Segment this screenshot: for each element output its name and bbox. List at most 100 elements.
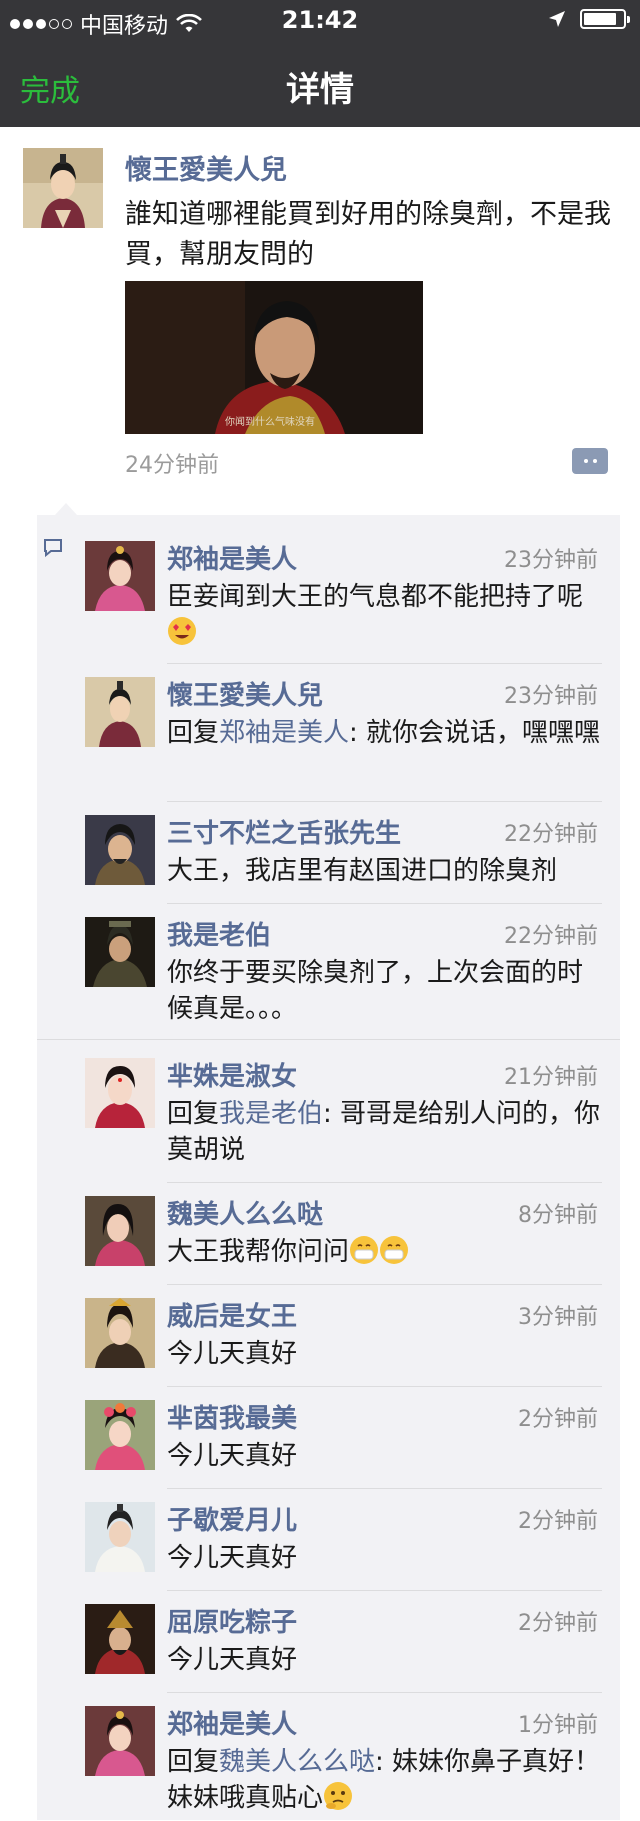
commenter-name[interactable]: 魏美人么么哒 [167,1194,323,1231]
commenter-name[interactable]: 芈茵我最美 [167,1398,297,1435]
commenter-name[interactable]: 子歇爱月儿 [167,1500,297,1537]
comment-text: 大王，我店里有赵国进口的除臭剂 [167,853,603,889]
commenter-name[interactable]: 郑袖是美人 [167,1704,297,1741]
location-arrow-icon [549,11,565,27]
comments-panel: 郑袖是美人 23分钟前 臣妾闻到大王的气息都不能把持了呢 懷王愛美人兒 23分钟… [37,503,620,1820]
status-time: 21:42 [281,6,359,34]
divider [167,1590,602,1591]
commenter-avatar[interactable] [85,677,155,747]
comment-body: 今儿天真好 [167,1441,298,1471]
comment-time: 21分钟前 [504,1065,598,1090]
comment-menu-button[interactable] [572,448,608,474]
commenter-avatar[interactable] [85,1604,155,1674]
comment-time: 23分钟前 [504,684,598,709]
comment-item[interactable]: 三寸不烂之舌张先生 22分钟前 大王，我店里有赵国进口的除臭剂 [37,803,620,903]
comment-item[interactable]: 芈姝是淑女 21分钟前 回复我是老伯: 哥哥是给别人问的，你莫胡说 [37,1046,620,1182]
post-author-avatar[interactable] [23,148,103,228]
divider [167,1284,602,1285]
reply-prefix: 回复 [167,718,220,748]
commenter-name[interactable]: 懷王愛美人兒 [167,675,323,712]
comment-time: 22分钟前 [504,924,598,949]
comment-item[interactable]: 芈茵我最美 2分钟前 今儿天真好 [37,1388,620,1488]
commenter-name[interactable]: 屈原吃粽子 [167,1602,297,1639]
commenter-name[interactable]: 三寸不烂之舌张先生 [167,813,401,850]
battery-icon [580,9,630,29]
comment-text: 今儿天真好 [167,1336,603,1372]
comment-item[interactable]: 子歇爱月儿 2分钟前 今儿天真好 [37,1490,620,1590]
comment-body: 大王我帮你问问 [167,1237,350,1267]
comment-time: 3分钟前 [518,1305,598,1330]
commenter-avatar[interactable] [85,541,155,611]
reply-prefix: 回复 [167,1747,220,1777]
commenter-avatar[interactable] [85,815,155,885]
comment-time: 2分钟前 [518,1509,598,1534]
reply-target-name[interactable]: 我是老伯 [219,1099,323,1129]
nav-bar: 完成 详情 [0,40,640,127]
comment-body: 你终于要买除臭剂了，上次会面的时候真是。。。 [167,958,584,1024]
comment-body: 今儿天真好 [167,1339,298,1369]
divider [167,1488,602,1489]
reply-target-name[interactable]: 魏美人么么哒 [219,1747,375,1777]
comment-time: 2分钟前 [518,1611,598,1636]
comment-body: : 就你会说话，嘿嘿嘿 [349,718,601,748]
comment-body: 今儿天真好 [167,1543,298,1573]
post-text: 誰知道哪裡能買到好用的除臭劑，不是我買，幫朋友問的 [125,199,611,270]
divider [167,1386,602,1387]
commenter-avatar[interactable] [85,1706,155,1776]
comment-text: 回复我是老伯: 哥哥是给别人问的，你莫胡说 [167,1096,603,1168]
comment-time: 23分钟前 [504,548,598,573]
post-author-name[interactable]: 懷王愛美人兒 [125,148,287,187]
dot-icon [583,459,588,463]
commenter-name[interactable]: 郑袖是美人 [167,539,297,576]
divider [167,801,602,802]
reply-prefix: 回复 [167,1099,220,1129]
divider [167,903,602,904]
comment-body: 大王，我店里有赵国进口的除臭剂 [167,856,558,886]
post-time: 24分钟前 [125,453,219,478]
commenter-name[interactable]: 威后是女王 [167,1296,297,1333]
comment-item[interactable]: 懷王愛美人兒 23分钟前 回复郑袖是美人: 就你会说话，嘿嘿嘿 [37,665,620,801]
top-bar: 中国移动 21:42 完成 详情 [0,0,640,127]
reply-target-name[interactable]: 郑袖是美人 [219,718,349,748]
comment-item[interactable]: 郑袖是美人 1分钟前 回复魏美人么么哒: 妹妹你鼻子真好！妹妹哦真贴心 [37,1694,620,1820]
dot-icon [592,459,597,463]
comment-item[interactable]: 屈原吃粽子 2分钟前 今儿天真好 [37,1592,620,1692]
comment-text: 今儿天真好 [167,1642,603,1678]
page-title: 详情 [286,70,354,110]
commenter-avatar[interactable] [85,1058,155,1128]
comment-text: 回复郑袖是美人: 就你会说话，嘿嘿嘿 [167,715,603,751]
divider [167,1182,602,1183]
comment-text: 今儿天真好 [167,1540,603,1576]
commenter-avatar[interactable] [85,917,155,987]
divider [167,1692,602,1693]
comment-time: 22分钟前 [504,822,598,847]
commenter-avatar[interactable] [85,1502,155,1572]
commenter-name[interactable]: 芈姝是淑女 [167,1056,297,1093]
commenter-avatar[interactable] [85,1400,155,1470]
comment-item[interactable]: 我是老伯 22分钟前 你终于要买除臭剂了，上次会面的时候真是。。。 [37,905,620,1041]
comment-time: 2分钟前 [518,1407,598,1432]
commenter-avatar[interactable] [85,1196,155,1266]
comment-time: 1分钟前 [518,1713,598,1738]
comment-text: 臣妾闻到大王的气息都不能把持了呢 [167,579,603,651]
post-image-caption: 你闻到什么气味没有 [225,415,315,428]
mask-face-emoji-icon [379,1235,409,1265]
post-image[interactable]: 你闻到什么气味没有 [125,281,423,434]
comment-item[interactable]: 郑袖是美人 23分钟前 臣妾闻到大王的气息都不能把持了呢 [37,527,620,653]
heart-eyes-emoji-icon [167,616,197,646]
comment-item[interactable]: 威后是女王 3分钟前 今儿天真好 [37,1286,620,1386]
status-bar: 中国移动 21:42 [0,0,640,40]
divider [167,663,602,664]
mask-face-emoji-icon [349,1235,379,1265]
comment-body: 今儿天真好 [167,1645,298,1675]
comment-text: 回复魏美人么么哒: 妹妹你鼻子真好！妹妹哦真贴心 [167,1744,603,1816]
comment-text: 你终于要买除臭剂了，上次会面的时候真是。。。 [167,955,603,1027]
comment-item[interactable]: 魏美人么么哒 8分钟前 大王我帮你问问 [37,1184,620,1284]
thinking-face-emoji-icon [323,1781,353,1811]
comment-text: 今儿天真好 [167,1438,603,1474]
commenter-name[interactable]: 我是老伯 [167,915,271,952]
commenter-avatar[interactable] [85,1298,155,1368]
comment-text: 大王我帮你问问 [167,1234,603,1270]
comment-time: 8分钟前 [518,1203,598,1228]
divider [37,1039,620,1040]
